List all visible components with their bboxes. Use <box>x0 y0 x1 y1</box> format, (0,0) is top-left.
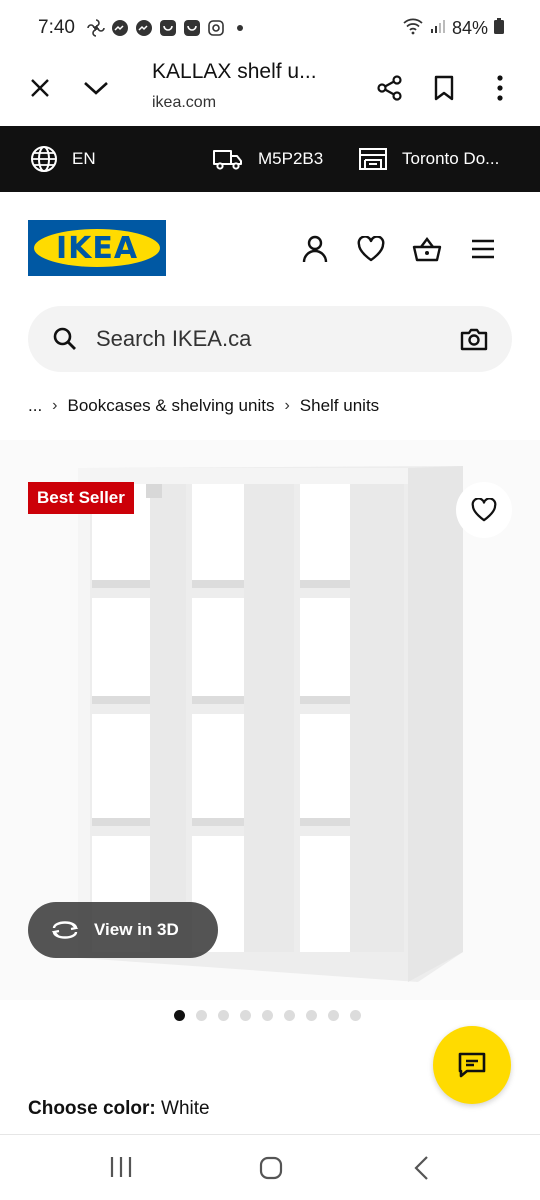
heart-icon <box>357 236 385 262</box>
page-url: ikea.com <box>152 94 217 111</box>
postal-code-label: M5P2B3 <box>258 149 324 168</box>
share-icon <box>377 75 402 101</box>
bookmark-icon <box>434 75 454 101</box>
wifi-icon <box>402 17 424 40</box>
close-icon <box>31 79 49 97</box>
language-selector[interactable]: EN <box>30 126 96 192</box>
back-icon <box>414 1156 428 1180</box>
bookmark-button[interactable] <box>424 68 464 108</box>
postal-code-selector[interactable]: M5P2B3 <box>212 126 323 192</box>
camera-search-icon[interactable] <box>460 327 488 351</box>
minimize-tab-button[interactable] <box>76 68 116 108</box>
cart-button[interactable] <box>410 232 444 266</box>
app-notification-icon <box>159 19 177 37</box>
hamburger-menu-icon <box>472 239 494 259</box>
store-selector[interactable]: Toronto Do... <box>358 126 499 192</box>
instagram-icon <box>207 19 225 37</box>
recent-apps-button[interactable] <box>108 1155 134 1184</box>
logo-oval: IKEA <box>34 229 160 267</box>
person-icon <box>302 235 328 263</box>
image-dot[interactable] <box>328 1010 339 1021</box>
messenger-icon <box>135 19 153 37</box>
color-value: White <box>161 1098 210 1119</box>
breadcrumb: ... › Bookcases & shelving units › Shelf… <box>28 396 379 416</box>
more-options-button[interactable] <box>480 68 520 108</box>
pinwheel-icon <box>87 19 105 37</box>
add-to-favourites-button[interactable] <box>456 482 512 538</box>
ikea-logo[interactable]: IKEA <box>28 220 166 276</box>
search-icon <box>53 327 76 350</box>
app-notification-icon <box>183 19 201 37</box>
clock: 7:40 <box>38 17 75 38</box>
system-status: 84% <box>402 17 504 40</box>
favourites-button[interactable] <box>354 232 388 266</box>
store-label: Toronto Do... <box>402 149 500 168</box>
share-button[interactable] <box>370 68 410 108</box>
close-tab-button[interactable] <box>20 68 60 108</box>
image-dot[interactable] <box>284 1010 295 1021</box>
color-selector[interactable]: Choose color: White <box>28 1098 210 1120</box>
language-label: EN <box>72 149 96 168</box>
search-bar[interactable]: Search IKEA.ca <box>28 306 512 372</box>
delivery-truck-icon <box>213 150 242 170</box>
image-pagination <box>174 1010 361 1021</box>
chevron-right-icon: › <box>284 397 290 414</box>
rotate-3d-icon <box>51 921 79 939</box>
image-dot[interactable] <box>350 1010 361 1021</box>
notification-icons <box>87 19 243 37</box>
page-title: KALLAX shelf u... <box>152 60 317 83</box>
breadcrumb-ellipsis[interactable]: ... <box>28 396 42 416</box>
recent-apps-icon <box>110 1157 132 1177</box>
browser-custom-tab-bar: KALLAX shelf u... ikea.com <box>0 56 540 126</box>
best-seller-badge: Best Seller <box>28 482 134 514</box>
image-dot[interactable] <box>174 1010 185 1021</box>
signal-icon <box>430 18 446 39</box>
chevron-right-icon: › <box>52 397 58 414</box>
more-notifications-dot <box>236 25 243 31</box>
breadcrumb-item[interactable]: Bookcases & shelving units <box>68 396 275 416</box>
search-input[interactable]: Search IKEA.ca <box>96 326 460 352</box>
globe-icon <box>31 146 57 172</box>
messenger-icon <box>111 19 129 37</box>
color-label: Choose color: <box>28 1098 156 1119</box>
store-icon <box>359 148 387 170</box>
battery-icon <box>494 17 504 39</box>
location-bar: EN M5P2B3 Toronto Do... <box>0 126 540 192</box>
breadcrumb-item[interactable]: Shelf units <box>300 396 379 416</box>
more-vert-icon <box>497 75 503 101</box>
heart-icon <box>471 498 497 522</box>
image-dot[interactable] <box>240 1010 251 1021</box>
home-button[interactable] <box>258 1155 284 1186</box>
home-icon <box>259 1156 283 1180</box>
back-button[interactable] <box>412 1155 432 1186</box>
view-in-3d-button[interactable]: View in 3D <box>28 902 218 958</box>
chat-icon <box>458 1052 486 1078</box>
image-dot[interactable] <box>218 1010 229 1021</box>
image-dot[interactable] <box>196 1010 207 1021</box>
menu-button[interactable] <box>466 232 500 266</box>
image-dot[interactable] <box>262 1010 273 1021</box>
chat-button[interactable] <box>433 1026 511 1104</box>
image-dot[interactable] <box>306 1010 317 1021</box>
chevron-down-icon <box>84 82 108 95</box>
logo-text: IKEA <box>55 230 139 266</box>
view-in-3d-label: View in 3D <box>94 920 179 939</box>
account-button[interactable] <box>298 232 332 266</box>
shopping-basket-icon <box>412 237 442 262</box>
status-bar: 7:40 84% <box>0 0 540 56</box>
battery-level: 84% <box>451 17 488 38</box>
system-navigation-bar <box>0 1134 540 1200</box>
